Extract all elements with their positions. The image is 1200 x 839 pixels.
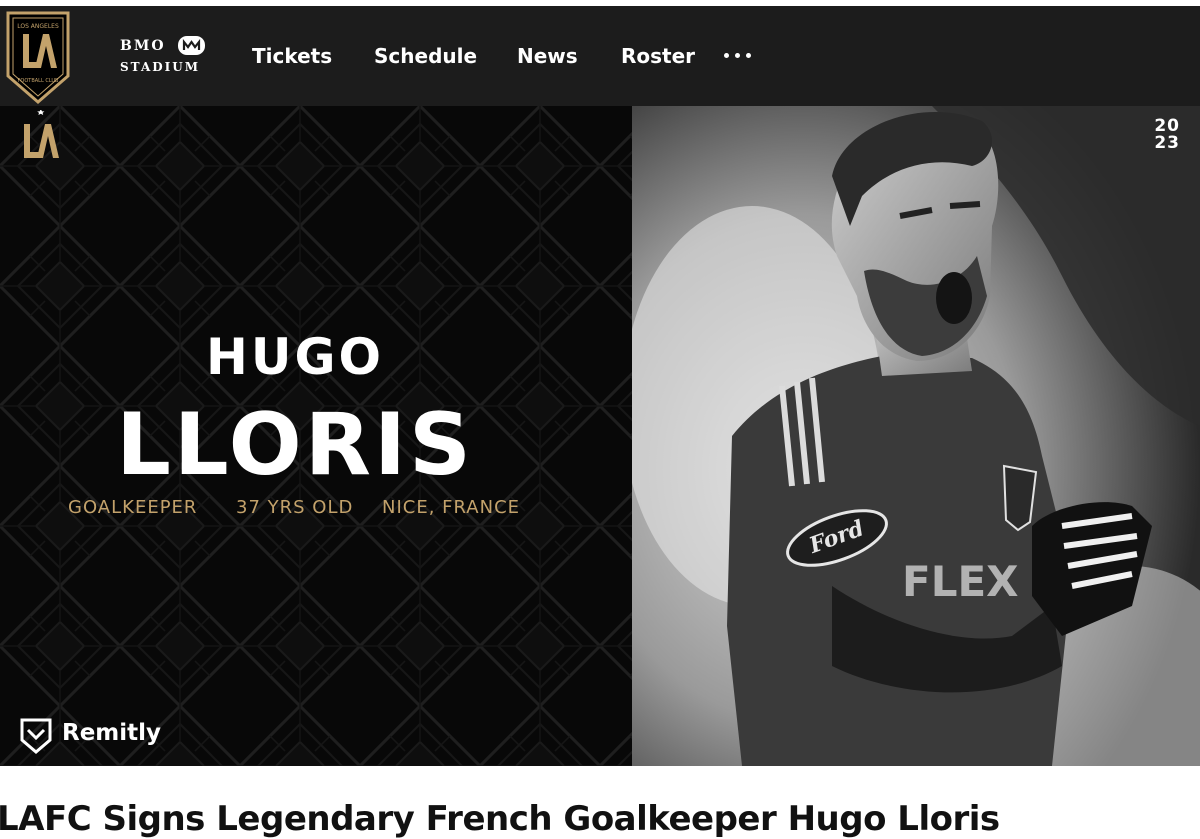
sponsor-remitly: Remitly (20, 718, 200, 754)
year-bottom: 23 (1154, 133, 1180, 153)
player-celebration-photo: Ford FLEX 20 23 (632, 106, 1200, 766)
nav-schedule[interactable]: Schedule (374, 44, 477, 68)
player-age: 37 YRS OLD (236, 497, 354, 518)
stadium-line-1: BMO (120, 38, 166, 54)
bmo-stadium-link[interactable]: BMO STADIUM (118, 36, 210, 80)
player-position: GOALKEEPER (68, 497, 198, 518)
nav-tickets[interactable]: Tickets (252, 44, 332, 68)
bmo-m-icon (178, 36, 205, 55)
svg-text:FLEX: FLEX (902, 557, 1019, 606)
stadium-line-2: STADIUM (120, 60, 201, 74)
lafc-small-logo (24, 110, 59, 158)
svg-text:FOOTBALL CLUB: FOOTBALL CLUB (18, 78, 60, 84)
hero-info-panel: HUGO LLORIS GOALKEEPER 37 YRS OLD NICE, … (0, 106, 632, 766)
player-first-name: HUGO (206, 328, 384, 386)
player-last-name: LLORIS (116, 395, 474, 495)
sponsor-name: Remitly (62, 720, 162, 746)
lafc-crest-logo[interactable]: LOS ANGELES FOOTBALL CLUB (5, 10, 71, 106)
site-header: LOS ANGELES FOOTBALL CLUB BMO STADIUM Ti… (0, 6, 1200, 106)
season-year-badge: 20 23 (1154, 118, 1180, 152)
article-headline[interactable]: LAFC Signs Legendary French Goalkeeper H… (0, 799, 1000, 839)
player-hometown: NICE, FRANCE (382, 497, 521, 518)
svg-text:LOS ANGELES: LOS ANGELES (17, 23, 59, 30)
photo-illustration: Ford FLEX (632, 106, 1200, 766)
nav-news[interactable]: News (517, 44, 578, 68)
nav-roster[interactable]: Roster (621, 44, 695, 68)
more-dots-icon[interactable] (722, 42, 754, 62)
hero-banner[interactable]: HUGO LLORIS GOALKEEPER 37 YRS OLD NICE, … (0, 106, 1200, 766)
remitly-shield-icon (20, 718, 52, 754)
